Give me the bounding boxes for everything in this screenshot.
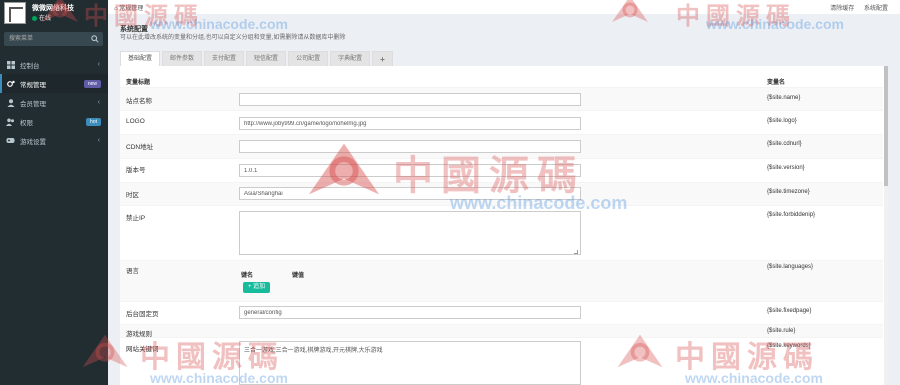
row-var: {$site.languages} xyxy=(767,264,814,270)
row-label: 版本号 xyxy=(126,167,146,174)
sidebar-item-label: 权限 xyxy=(20,119,33,127)
tab-basic[interactable]: 基础配置 xyxy=(120,51,161,66)
page-description: 可以在此增改系统的变量和分组,也可以自定义分组和变量,如需删除请从数据库中删除 xyxy=(120,35,346,41)
site-name-input[interactable] xyxy=(239,93,581,106)
sidebar-item-label: 会员管理 xyxy=(20,100,46,108)
search-icon[interactable] xyxy=(91,35,99,43)
online-dot-icon xyxy=(32,15,37,21)
breadcrumb: ⌂ 常规管理 xyxy=(114,3,143,12)
table-header: 变量标题 变量名 xyxy=(120,66,883,88)
sidebar-item-auth[interactable]: 权限 hot xyxy=(0,112,108,131)
table-row: 禁止IP {$site.forbiddenip} xyxy=(120,206,883,261)
top-links: 清除缓存 系统配置 xyxy=(822,3,888,12)
chevron-left-icon: ‹ xyxy=(97,137,100,144)
user-icon xyxy=(6,98,15,107)
breadcrumb-current[interactable]: 常规管理 xyxy=(119,6,143,12)
tab-email[interactable]: 邮件参数 xyxy=(162,51,203,66)
row-var: {$site.rule} xyxy=(767,328,796,334)
timezone-input[interactable] xyxy=(239,187,581,200)
sidebar-item-general[interactable]: 常规管理 new xyxy=(0,74,108,93)
row-var: {$site.cdnurl} xyxy=(767,141,802,147)
sidebar-item-label: 游戏设置 xyxy=(20,138,46,146)
user-status: 在线 xyxy=(32,13,51,22)
cogs-icon xyxy=(6,79,15,88)
new-badge: new xyxy=(83,79,101,88)
table-row: CDN地址 {$site.cdnurl} xyxy=(120,135,883,159)
main-content: 系统配置 可以在此增改系统的变量和分组,也可以自定义分组和变量,如需删除请从数据… xyxy=(108,14,900,385)
top-navbar: ⌂ 常规管理 清除缓存 系统配置 xyxy=(108,0,900,14)
row-label: 游戏规则 xyxy=(126,331,152,338)
row-label: 禁止IP xyxy=(126,215,146,222)
cdn-url-input[interactable] xyxy=(239,140,581,153)
tab-sms[interactable]: 短信配置 xyxy=(246,51,287,66)
table-row: 时区 {$site.timezone} xyxy=(120,183,883,206)
table-row: 版本号 {$site.version} xyxy=(120,159,883,183)
column-header-var: 变量名 xyxy=(767,80,786,86)
resize-handle-icon[interactable] xyxy=(574,250,578,254)
hot-badge: hot xyxy=(86,117,101,126)
sidebar-search xyxy=(4,32,103,46)
sidebar-item-label: 控制台 xyxy=(20,62,40,70)
row-var: {$site.forbiddenip} xyxy=(767,212,816,218)
row-label: 后台固定页 xyxy=(126,311,159,318)
user-name: 微微网络科技 xyxy=(32,5,74,12)
row-var: {$site.fixedpage} xyxy=(767,308,812,314)
logo-input[interactable] xyxy=(239,117,581,130)
row-var: {$site.logo} xyxy=(767,118,797,124)
table-row: 游戏规则 {$site.rule} xyxy=(120,325,883,338)
sidebar-item-members[interactable]: 会员管理 ‹ xyxy=(0,93,108,112)
sidebar: 微微网络科技 在线 控制台 ‹ 常规管理 new 会员管理 ‹ 权限 hot 游 xyxy=(0,0,108,385)
config-panel: 变量标题 变量名 站点名称 {$site.name} LOGO {$site.l… xyxy=(120,66,888,385)
scrollbar-thumb[interactable] xyxy=(884,66,888,186)
row-var: {$site.name} xyxy=(767,95,801,101)
table-row: 语言 键名 键值 + 追加 {$site.languages} xyxy=(120,261,883,302)
row-label: 站点名称 xyxy=(126,98,152,105)
column-header-title: 变量标题 xyxy=(126,80,151,86)
row-label: LOGO xyxy=(126,118,145,125)
row-var: {$site.timezone} xyxy=(767,189,810,195)
user-panel: 微微网络科技 在线 xyxy=(0,0,108,30)
row-label: 语言 xyxy=(126,268,139,275)
language-value-header: 键值 xyxy=(292,273,305,279)
clear-cache-link[interactable]: 清除缓存 xyxy=(830,6,854,12)
system-config-link[interactable]: 系统配置 xyxy=(864,6,888,12)
chevron-left-icon: ‹ xyxy=(97,61,100,68)
scrollbar[interactable] xyxy=(884,66,888,385)
chevron-left-icon: ‹ xyxy=(97,99,100,106)
row-label: CDN地址 xyxy=(126,144,154,151)
config-tabs: 基础配置 邮件参数 支付配置 短信配置 公司配置 字典配置 + xyxy=(120,51,395,66)
table-row: LOGO {$site.logo} xyxy=(120,111,883,135)
dashboard-icon xyxy=(6,60,15,69)
sidebar-item-game-settings[interactable]: 游戏设置 ‹ xyxy=(0,131,108,150)
row-label: 时区 xyxy=(126,192,139,199)
row-var: {$site.version} xyxy=(767,165,805,171)
add-tab-button[interactable]: + xyxy=(372,51,393,66)
append-button[interactable]: + 追加 xyxy=(243,282,271,293)
row-var: {$site.keywords} xyxy=(767,343,811,349)
table-row: 网站关键词 三合一游戏,三合一游戏,棋牌游戏,开元棋牌,大乐游戏 {$site.… xyxy=(120,338,883,385)
sidebar-item-dashboard[interactable]: 控制台 ‹ xyxy=(0,55,108,74)
sidebar-search-input[interactable] xyxy=(4,32,90,46)
language-key-header: 键名 xyxy=(241,273,254,279)
row-label: 网站关键词 xyxy=(126,346,159,353)
tab-payment[interactable]: 支付配置 xyxy=(204,51,245,66)
version-input[interactable] xyxy=(239,164,581,177)
group-icon xyxy=(6,117,15,126)
keywords-textarea[interactable]: 三合一游戏,三合一游戏,棋牌游戏,开元棋牌,大乐游戏 xyxy=(239,341,581,385)
tab-company[interactable]: 公司配置 xyxy=(288,51,329,66)
sidebar-item-label: 常规管理 xyxy=(20,81,46,89)
gamepad-icon xyxy=(6,136,15,145)
forbidden-ip-textarea[interactable] xyxy=(239,211,581,255)
fixed-page-input[interactable] xyxy=(239,306,581,319)
table-row: 站点名称 {$site.name} xyxy=(120,88,883,111)
sidebar-menu: 控制台 ‹ 常规管理 new 会员管理 ‹ 权限 hot 游戏设置 ‹ xyxy=(0,55,108,150)
user-avatar[interactable] xyxy=(4,2,26,24)
status-label: 在线 xyxy=(39,16,52,22)
table-row: 后台固定页 {$site.fixedpage} xyxy=(120,302,883,325)
tab-dictionary[interactable]: 字典配置 xyxy=(330,51,371,66)
